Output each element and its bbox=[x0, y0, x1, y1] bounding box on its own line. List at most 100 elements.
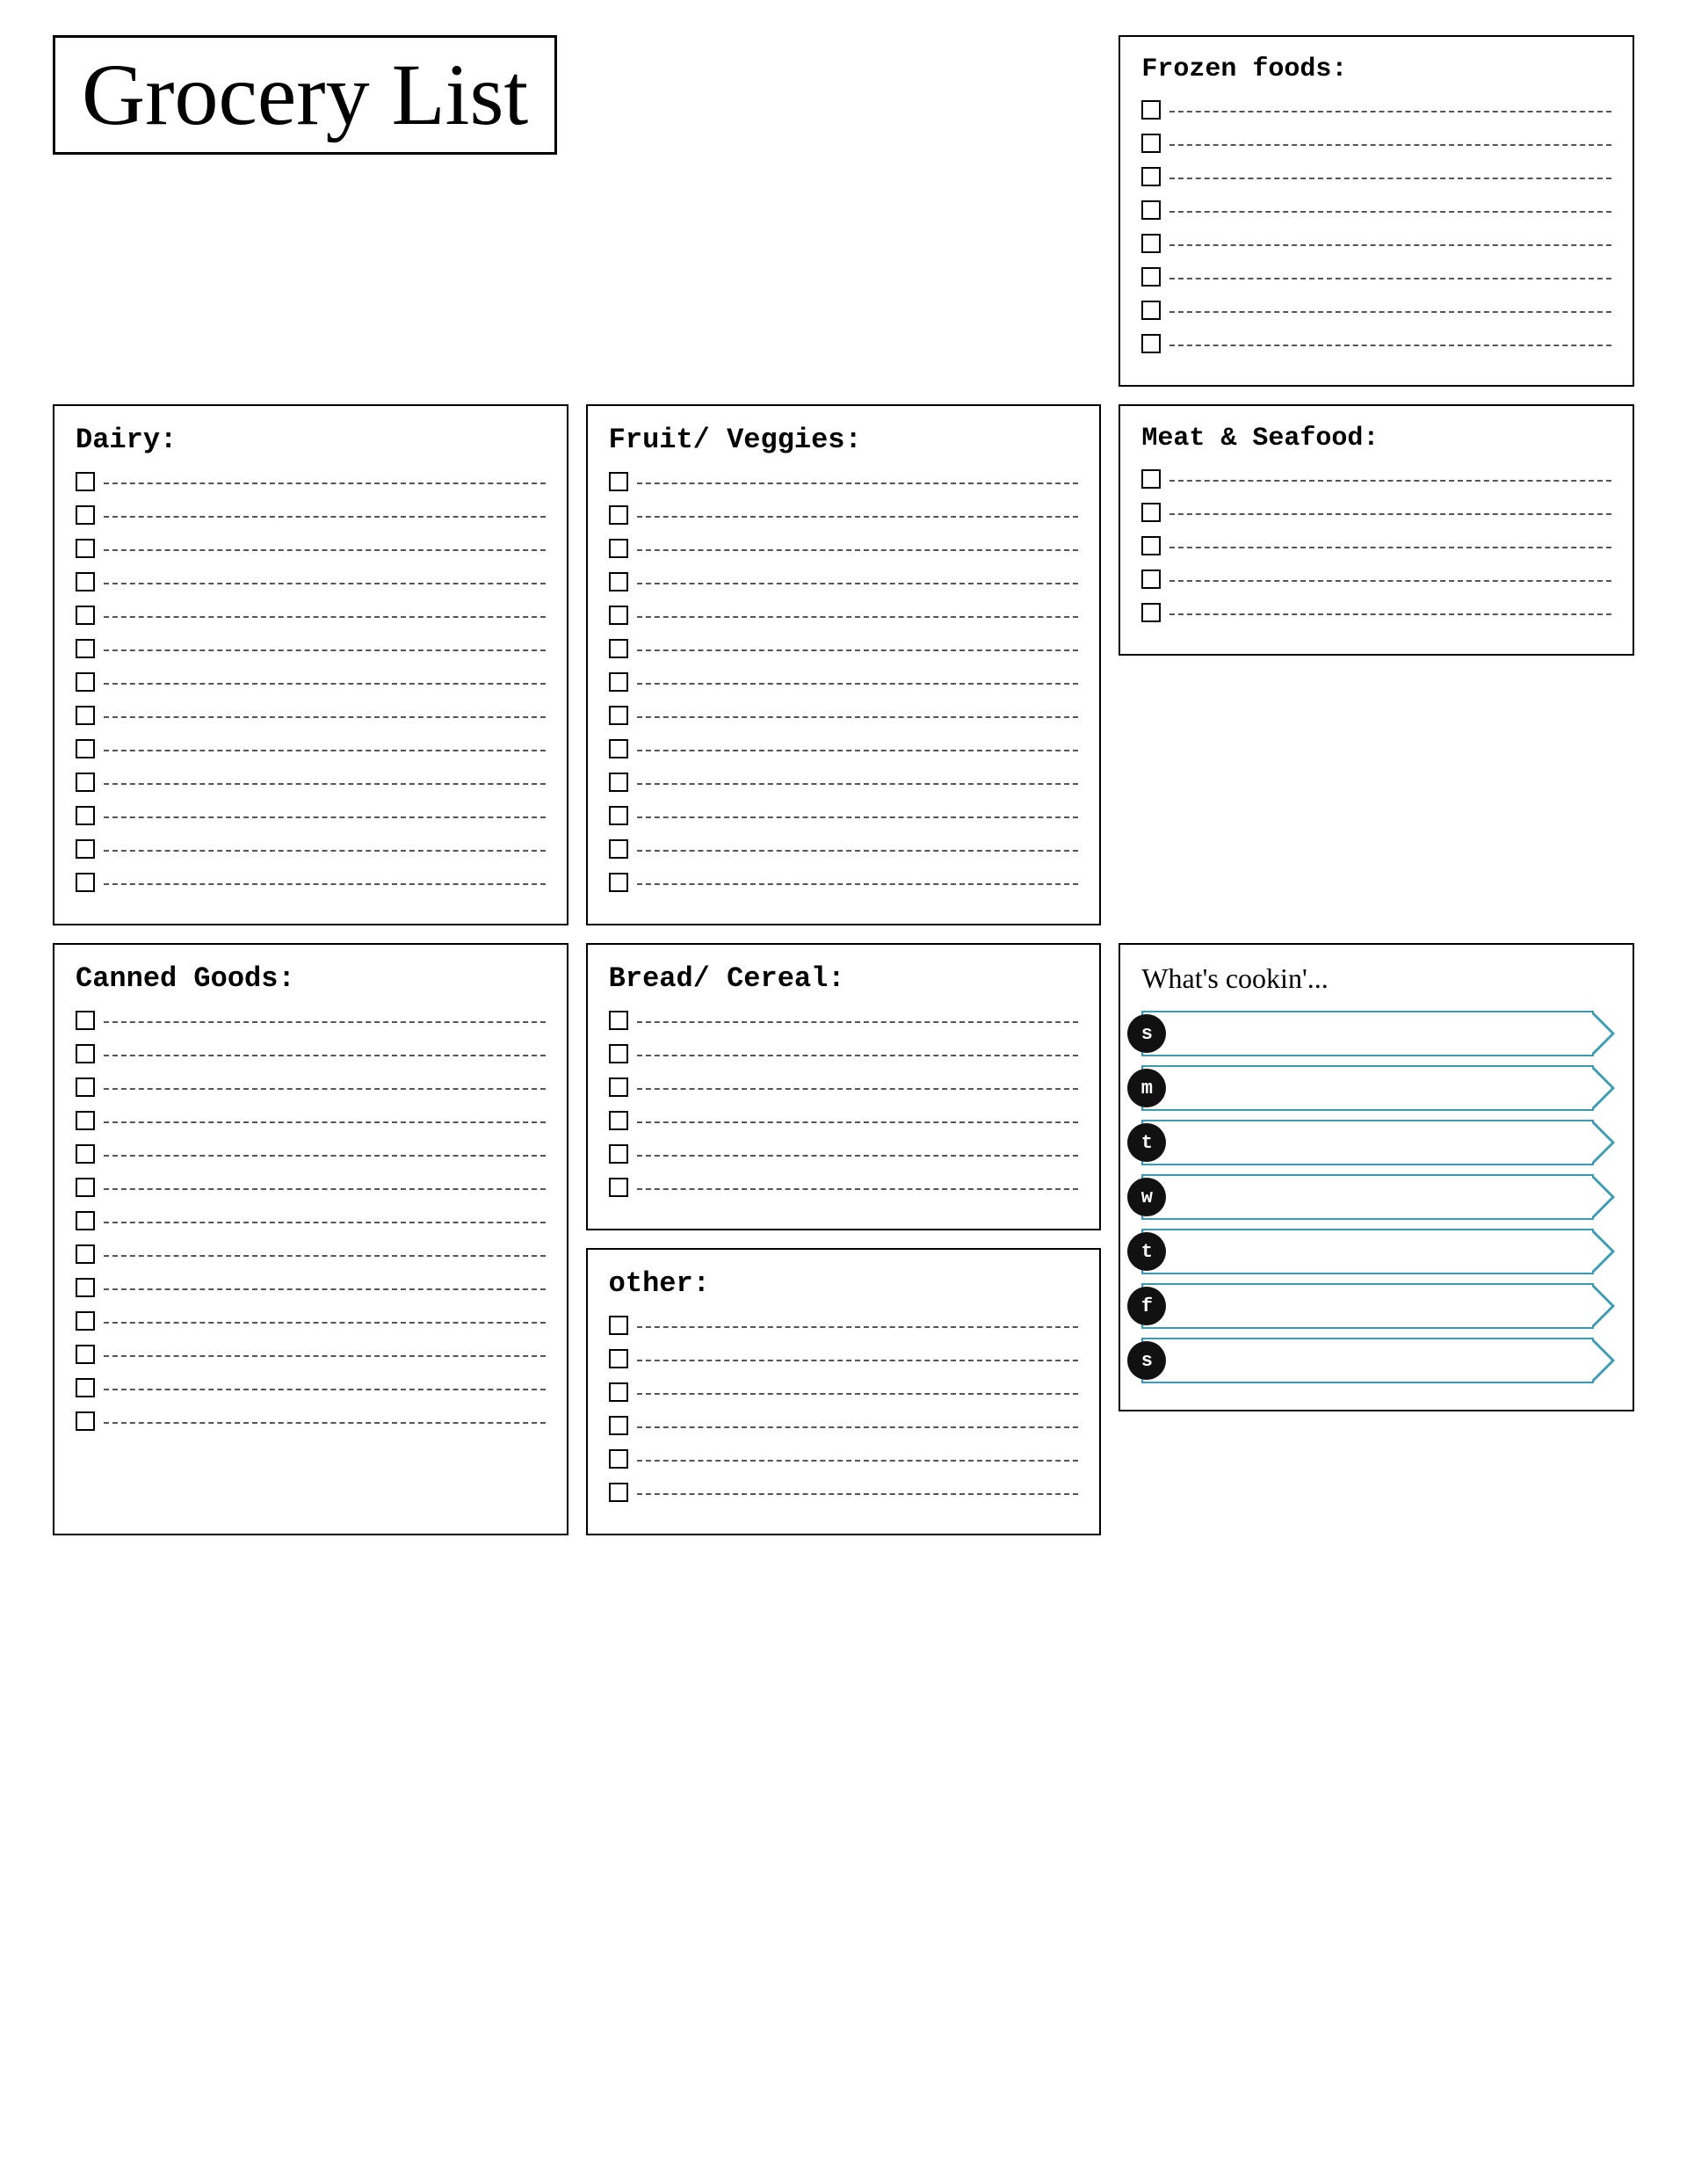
checkbox[interactable] bbox=[76, 1411, 95, 1431]
checkbox[interactable] bbox=[1141, 570, 1161, 589]
fruit-title: Fruit/ Veggies: bbox=[609, 424, 1079, 456]
list-item bbox=[76, 1311, 546, 1331]
list-item bbox=[76, 1278, 546, 1297]
checkbox[interactable] bbox=[76, 1044, 95, 1063]
checkbox[interactable] bbox=[609, 773, 628, 792]
checkbox[interactable] bbox=[609, 1044, 628, 1063]
checkbox[interactable] bbox=[76, 1111, 95, 1130]
list-item bbox=[76, 1077, 546, 1097]
checkbox[interactable] bbox=[609, 1316, 628, 1335]
checkbox[interactable] bbox=[609, 572, 628, 591]
cookin-section: What's cookin'... s m t bbox=[1119, 943, 1634, 1411]
checkbox[interactable] bbox=[1141, 536, 1161, 555]
checkbox[interactable] bbox=[76, 572, 95, 591]
checkbox[interactable] bbox=[76, 1077, 95, 1097]
line bbox=[637, 1188, 1079, 1190]
checkbox[interactable] bbox=[609, 1449, 628, 1469]
checkbox[interactable] bbox=[1141, 200, 1161, 220]
list-item bbox=[609, 1111, 1079, 1130]
checkbox[interactable] bbox=[76, 773, 95, 792]
checkbox[interactable] bbox=[76, 539, 95, 558]
checkbox[interactable] bbox=[609, 539, 628, 558]
checkbox[interactable] bbox=[609, 606, 628, 625]
list-item bbox=[76, 606, 546, 625]
checkbox[interactable] bbox=[609, 873, 628, 892]
line bbox=[104, 1088, 546, 1090]
checkbox[interactable] bbox=[609, 1416, 628, 1435]
checkbox[interactable] bbox=[1141, 334, 1161, 353]
checkbox[interactable] bbox=[76, 672, 95, 692]
line bbox=[104, 1389, 546, 1390]
line bbox=[104, 549, 546, 551]
list-item bbox=[609, 472, 1079, 491]
list-item bbox=[609, 1449, 1079, 1469]
checkbox[interactable] bbox=[76, 505, 95, 525]
line bbox=[104, 716, 546, 718]
line bbox=[104, 1288, 546, 1290]
cookin-title: What's cookin'... bbox=[1141, 962, 1611, 995]
checkbox[interactable] bbox=[609, 706, 628, 725]
checkbox[interactable] bbox=[609, 672, 628, 692]
checkbox[interactable] bbox=[76, 806, 95, 825]
checkbox[interactable] bbox=[76, 873, 95, 892]
checkbox[interactable] bbox=[1141, 603, 1161, 622]
checkbox[interactable] bbox=[76, 1144, 95, 1164]
checkbox[interactable] bbox=[609, 1178, 628, 1197]
list-item bbox=[609, 873, 1079, 892]
line bbox=[637, 683, 1079, 685]
checkbox[interactable] bbox=[76, 1178, 95, 1197]
checkbox[interactable] bbox=[1141, 469, 1161, 489]
checkbox[interactable] bbox=[1141, 301, 1161, 320]
checkbox[interactable] bbox=[76, 839, 95, 859]
meat-section: Meat & Seafood: bbox=[1119, 404, 1634, 656]
checkbox[interactable] bbox=[1141, 503, 1161, 522]
list-item bbox=[1141, 100, 1611, 120]
line bbox=[104, 616, 546, 618]
checkbox[interactable] bbox=[1141, 267, 1161, 287]
checkbox[interactable] bbox=[609, 1349, 628, 1368]
checkbox[interactable] bbox=[76, 1278, 95, 1297]
line bbox=[104, 1121, 546, 1123]
checkbox[interactable] bbox=[76, 472, 95, 491]
line bbox=[1169, 580, 1611, 582]
checkbox[interactable] bbox=[609, 1382, 628, 1402]
checkbox[interactable] bbox=[1141, 100, 1161, 120]
frozen-section: Frozen foods: bbox=[1119, 35, 1634, 387]
checkbox[interactable] bbox=[609, 1077, 628, 1097]
checkbox[interactable] bbox=[76, 1211, 95, 1230]
checkbox[interactable] bbox=[609, 1144, 628, 1164]
checkbox[interactable] bbox=[1141, 134, 1161, 153]
checkbox[interactable] bbox=[76, 1011, 95, 1030]
checkbox[interactable] bbox=[1141, 167, 1161, 186]
list-item bbox=[1141, 200, 1611, 220]
checkbox[interactable] bbox=[76, 739, 95, 758]
checkbox[interactable] bbox=[76, 606, 95, 625]
checkbox[interactable] bbox=[609, 639, 628, 658]
checkbox[interactable] bbox=[609, 1011, 628, 1030]
list-item bbox=[609, 1044, 1079, 1063]
day-arrow-tuesday: t bbox=[1141, 1120, 1594, 1165]
other-title: other: bbox=[609, 1267, 1079, 1300]
checkbox[interactable] bbox=[76, 1244, 95, 1264]
checkbox[interactable] bbox=[609, 472, 628, 491]
checkbox[interactable] bbox=[76, 1345, 95, 1364]
list-item bbox=[609, 1416, 1079, 1435]
checkbox[interactable] bbox=[609, 1483, 628, 1502]
list-item bbox=[76, 873, 546, 892]
checkbox[interactable] bbox=[76, 639, 95, 658]
checkbox[interactable] bbox=[609, 806, 628, 825]
list-item bbox=[1141, 603, 1611, 622]
checkbox[interactable] bbox=[609, 1111, 628, 1130]
list-item bbox=[76, 572, 546, 591]
checkbox[interactable] bbox=[1141, 234, 1161, 253]
line bbox=[637, 1155, 1079, 1157]
checkbox[interactable] bbox=[609, 839, 628, 859]
checkbox[interactable] bbox=[76, 706, 95, 725]
checkbox[interactable] bbox=[76, 1311, 95, 1331]
list-item bbox=[609, 572, 1079, 591]
checkbox[interactable] bbox=[609, 505, 628, 525]
line bbox=[104, 1188, 546, 1190]
list-item bbox=[1141, 536, 1611, 555]
checkbox[interactable] bbox=[76, 1378, 95, 1397]
checkbox[interactable] bbox=[609, 739, 628, 758]
